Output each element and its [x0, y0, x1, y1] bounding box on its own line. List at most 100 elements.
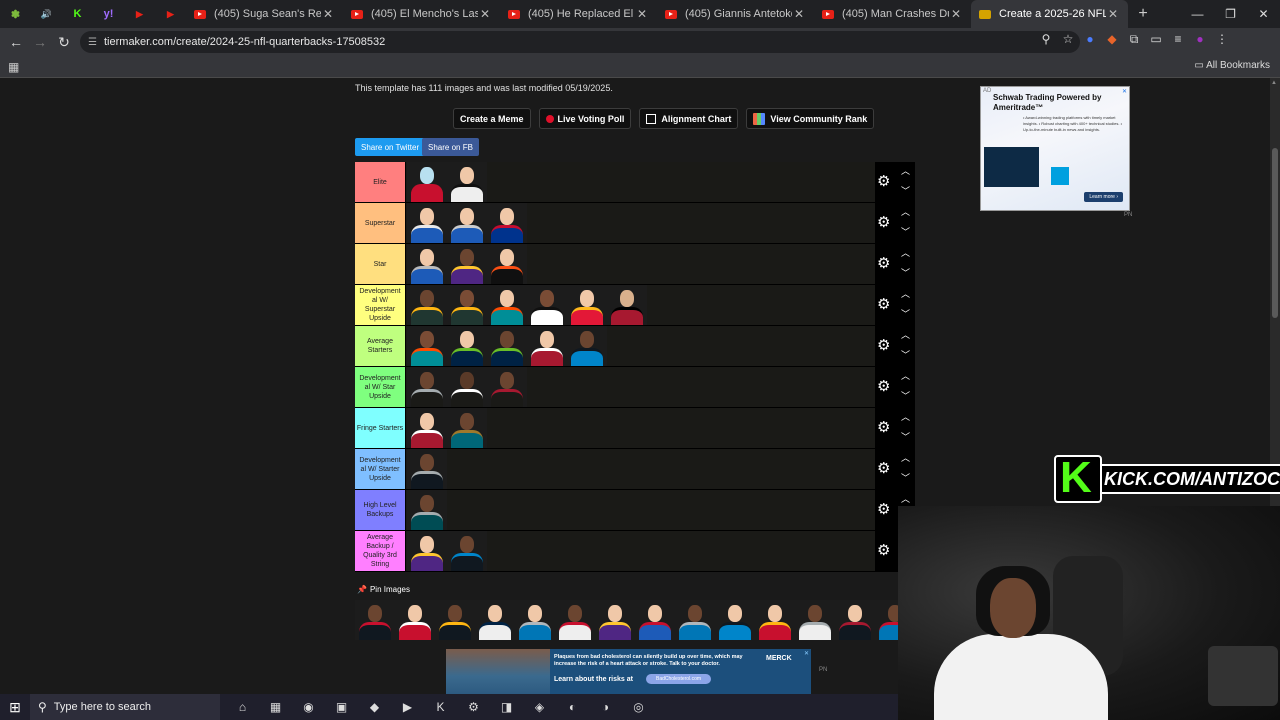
taskbar-app-icon[interactable]: ◆: [358, 700, 391, 714]
pinned-tab[interactable]: K: [62, 0, 93, 28]
chevron-up-icon[interactable]: ︿: [901, 246, 910, 259]
taskbar-app-icon[interactable]: ⌂: [226, 700, 259, 714]
player-image[interactable]: [355, 600, 395, 640]
player-image[interactable]: [447, 162, 487, 202]
tier-items[interactable]: [406, 203, 875, 243]
reload-icon[interactable]: ↻: [52, 34, 76, 51]
tier-items[interactable]: [406, 531, 875, 571]
chevron-down-icon[interactable]: ﹀: [901, 430, 910, 443]
player-image[interactable]: [875, 600, 898, 640]
player-image[interactable]: [755, 600, 795, 640]
close-icon[interactable]: ✕: [478, 7, 492, 21]
scroll-up-icon[interactable]: ▲: [1271, 80, 1277, 86]
community-rank-button[interactable]: View Community Rank: [746, 108, 875, 129]
close-icon[interactable]: ✕: [635, 7, 649, 21]
tier-label[interactable]: Average Starters: [355, 326, 405, 366]
extension-icon[interactable]: ◆: [1101, 32, 1123, 47]
close-icon[interactable]: ✕: [949, 7, 963, 21]
tier-items[interactable]: [406, 244, 875, 284]
bookmark-star-icon[interactable]: ☆: [1057, 32, 1079, 47]
player-image[interactable]: [595, 600, 635, 640]
taskbar-app-icon[interactable]: ▦: [259, 700, 292, 714]
chevron-down-icon[interactable]: ﹀: [901, 389, 910, 402]
chevron-up-icon[interactable]: ︿: [901, 451, 910, 464]
gear-icon[interactable]: ⚙: [877, 543, 890, 558]
tier-items[interactable]: [406, 162, 875, 202]
player-image[interactable]: [407, 203, 447, 243]
player-image[interactable]: [487, 367, 527, 407]
taskbar-app-icon[interactable]: ◉: [292, 700, 325, 714]
player-image[interactable]: [435, 600, 475, 640]
menu-icon[interactable]: ⋮: [1211, 32, 1233, 47]
chevron-down-icon[interactable]: ﹀: [901, 307, 910, 320]
player-image[interactable]: [635, 600, 675, 640]
minimize-icon[interactable]: —: [1181, 0, 1214, 28]
tier-label[interactable]: Elite: [355, 162, 405, 202]
player-image[interactable]: [835, 600, 875, 640]
windows-start-icon[interactable]: ⊞: [0, 699, 30, 716]
chevron-down-icon[interactable]: ﹀: [901, 184, 910, 197]
site-info-icon[interactable]: ☰: [88, 37, 104, 48]
chevron-up-icon[interactable]: ︿: [901, 164, 910, 177]
sidepanel-icon[interactable]: ▭: [1145, 32, 1167, 47]
chevron-down-icon[interactable]: ﹀: [901, 266, 910, 279]
player-image[interactable]: [527, 326, 567, 366]
player-image[interactable]: [407, 531, 447, 571]
pinned-tab[interactable]: ✽: [0, 0, 31, 28]
close-window-icon[interactable]: ✕: [1247, 0, 1280, 28]
ad-link-button[interactable]: BadCholesterol.com: [646, 674, 712, 684]
browser-tab[interactable]: (405) Man Crashes During Poli✕: [814, 0, 971, 28]
player-image[interactable]: [487, 285, 527, 325]
share-facebook-button[interactable]: Share on FB: [422, 138, 479, 156]
player-image[interactable]: [487, 244, 527, 284]
taskbar-app-icon[interactable]: ▶: [391, 700, 424, 714]
player-image[interactable]: [407, 285, 447, 325]
gear-icon[interactable]: ⚙: [877, 297, 890, 312]
browser-tab[interactable]: (405) He Replaced El Chapo, G✕: [500, 0, 657, 28]
address-bar[interactable]: ☰ tiermaker.com/create/2024-25-nfl-quart…: [80, 31, 1080, 53]
tier-label[interactable]: Average Backup / Quality 3rd String: [355, 531, 405, 571]
browser-tab-active[interactable]: Create a 2025-26 NFL Quarterb✕: [971, 0, 1128, 28]
restore-icon[interactable]: ❐: [1214, 0, 1247, 28]
gear-icon[interactable]: ⚙: [877, 379, 890, 394]
taskbar-app-icon[interactable]: ◎: [622, 700, 655, 714]
create-meme-button[interactable]: Create a Meme: [453, 108, 531, 129]
player-image[interactable]: [555, 600, 595, 640]
player-image[interactable]: [447, 244, 487, 284]
pinned-tab[interactable]: y!: [93, 0, 124, 28]
profile-icon[interactable]: ●: [1189, 32, 1211, 47]
apps-grid-icon[interactable]: ▦: [8, 60, 19, 74]
extensions-puzzle-icon[interactable]: ⧉: [1123, 32, 1145, 47]
close-icon[interactable]: ✕: [1106, 7, 1120, 21]
zoom-icon[interactable]: ⚲: [1035, 32, 1057, 47]
player-image[interactable]: [407, 367, 447, 407]
gear-icon[interactable]: ⚙: [877, 256, 890, 271]
forward-icon[interactable]: →: [28, 34, 52, 50]
browser-tab[interactable]: (405) Suga Sean's Reaction of✕: [186, 0, 343, 28]
player-image[interactable]: [407, 408, 447, 448]
player-image[interactable]: [407, 244, 447, 284]
player-image[interactable]: [395, 600, 435, 640]
taskbar-app-icon[interactable]: ⚙: [457, 700, 490, 714]
back-icon[interactable]: ←: [4, 34, 28, 50]
chevron-down-icon[interactable]: ﹀: [901, 348, 910, 361]
chevron-down-icon[interactable]: ﹀: [901, 471, 910, 484]
player-image[interactable]: [567, 326, 607, 366]
player-image[interactable]: [447, 203, 487, 243]
player-image[interactable]: [607, 285, 647, 325]
pinned-tab[interactable]: 🔊: [31, 0, 62, 28]
new-tab-button[interactable]: +: [1128, 5, 1158, 23]
tier-items[interactable]: [406, 285, 875, 325]
ad-close-icon[interactable]: ✕: [804, 650, 809, 657]
gear-icon[interactable]: ⚙: [877, 502, 890, 517]
chevron-up-icon[interactable]: ︿: [901, 492, 910, 505]
extension-icon[interactable]: ●: [1079, 32, 1101, 47]
taskbar-app-icon[interactable]: ▣: [325, 700, 358, 714]
live-voting-poll-button[interactable]: Live Voting Poll: [538, 108, 632, 129]
player-image[interactable]: [407, 449, 447, 489]
tier-items[interactable]: [406, 367, 875, 407]
chevron-up-icon[interactable]: ︿: [901, 205, 910, 218]
pin-images[interactable]: 📌 Pin Images: [357, 585, 410, 594]
tier-items[interactable]: [406, 449, 875, 489]
player-image[interactable]: [715, 600, 755, 640]
